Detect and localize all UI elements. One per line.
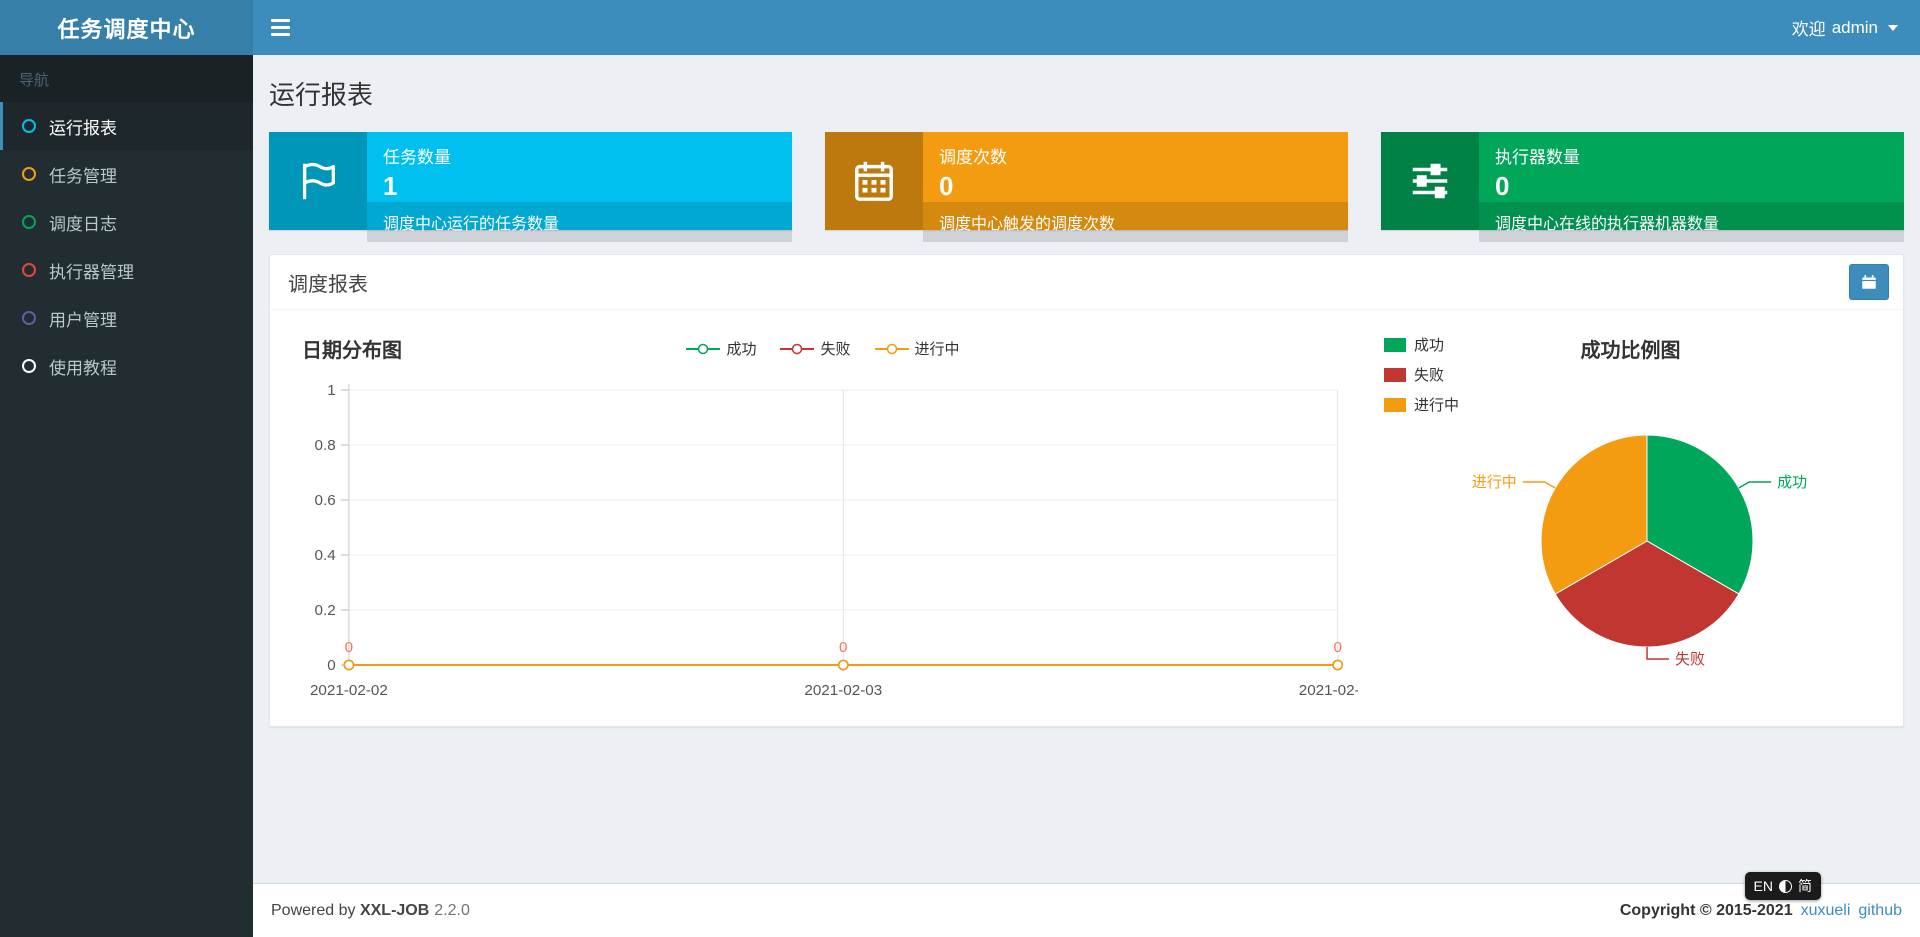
chevron-down-icon [1888, 24, 1898, 31]
stat-value: 0 [1495, 171, 1510, 201]
sidebar: 导航 运行报表 任务管理 调度日志 执行器管理 用户管理 使用教程 [0, 55, 253, 937]
charts-row: 日期分布图 成功 失败 进行中 0 0.2 0.4 0.6 0.8 1 2021-02-02 20… [270, 310, 1903, 726]
line-chart-title: 日期分布图 [302, 340, 402, 362]
report-panel: 调度报表 日期分布图 成功 失败 进行中 0 0.2 0.4 0.6 0.8 1… [269, 254, 1904, 727]
sidebar-item-label: 用户管理 [49, 310, 117, 330]
circle-o-icon [22, 215, 36, 229]
sidebar-item-job-log[interactable]: 调度日志 [0, 198, 253, 246]
calendar-icon [1862, 275, 1876, 289]
svg-text:0: 0 [1333, 639, 1341, 656]
stat-desc: 调度中心在线的执行器机器数量 [1479, 202, 1904, 242]
pie-chart-legend: 成功 失败 进行中 [1384, 334, 1459, 415]
hamburger-icon [271, 19, 290, 22]
footer: Powered by XXL-JOB 2.2.0 Copyright © 2015… [253, 883, 1920, 937]
legend-item[interactable]: 成功 [1384, 334, 1459, 355]
username: admin [1831, 17, 1878, 37]
copyright: Copyright © 2015-2021 [1619, 901, 1793, 919]
ime-cn-label: 简 [1798, 878, 1812, 894]
top-header: 任务调度中心 欢迎 admin [0, 0, 1920, 55]
page-title: 运行报表 [269, 80, 374, 110]
svg-text:0: 0 [345, 639, 353, 656]
link-github[interactable]: github [1858, 902, 1902, 920]
sidebar-item-label: 任务管理 [49, 166, 117, 186]
panel-title: 调度报表 [288, 273, 368, 296]
sidebar-item-user-manage[interactable]: 用户管理 [0, 294, 253, 342]
svg-text:2021-02-02: 2021-02-02 [310, 682, 388, 699]
report-panel-header: 调度报表 [270, 255, 1903, 310]
stat-title: 任务数量 [383, 148, 451, 167]
svg-text:0.6: 0.6 [315, 492, 336, 509]
sidebar-item-executor-manage[interactable]: 执行器管理 [0, 246, 253, 294]
svg-text:0.8: 0.8 [315, 437, 336, 454]
link-xuxueli[interactable]: xuxueli [1801, 902, 1851, 920]
line-chart-canvas: 0 0.2 0.4 0.6 0.8 1 2021-02-02 2021-02-03 2021-0… [310, 382, 1358, 699]
svg-text:失败: 失败 [1675, 651, 1705, 668]
svg-text:0.2: 0.2 [315, 602, 336, 619]
stat-value: 1 [383, 171, 398, 201]
svg-text:1: 1 [327, 382, 335, 399]
content-area: 运行报表 任务数量 1 调度中心运行的任务数量 调度次数 0 调度中心触发的调度… [253, 55, 1920, 883]
circle-o-icon [22, 311, 36, 325]
legend-item[interactable]: 失败 [1384, 364, 1459, 385]
stat-desc: 调度中心运行的任务数量 [367, 202, 792, 242]
stat-title: 调度次数 [939, 148, 1007, 167]
circle-o-icon [22, 119, 36, 133]
svg-text:0.4: 0.4 [315, 547, 336, 564]
svg-text:成功: 成功 [1777, 474, 1807, 491]
sidebar-item-dashboard[interactable]: 运行报表 [0, 102, 253, 150]
sidebar-item-label: 使用教程 [49, 358, 117, 378]
ime-en-label: EN [1753, 878, 1773, 894]
legend-item[interactable]: 失败 [780, 338, 851, 359]
app-logo[interactable]: 任务调度中心 [0, 0, 253, 55]
powered-by: Powered by XXL-JOB 2.2.0 [271, 901, 470, 919]
stat-box-job-count: 任务数量 1 调度中心运行的任务数量 [269, 132, 792, 242]
half-circle-icon [1779, 879, 1792, 893]
circle-o-icon [22, 359, 36, 373]
stat-desc: 调度中心触发的调度次数 [923, 202, 1348, 242]
sidebar-item-job-manage[interactable]: 任务管理 [0, 150, 253, 198]
sidebar-item-label: 运行报表 [49, 118, 117, 138]
calendar-icon [825, 132, 923, 230]
stat-box-executor-count: 执行器数量 0 调度中心在线的执行器机器数量 [1381, 132, 1904, 242]
brand-name: XXL-JOB [359, 901, 430, 919]
navbar: 欢迎 admin [253, 0, 1920, 55]
date-range-button[interactable] [1849, 264, 1889, 300]
sliders-icon [1381, 132, 1479, 230]
legend-item[interactable]: 进行中 [874, 338, 960, 359]
svg-text:2021-02-03: 2021-02-03 [804, 682, 882, 699]
line-chart-legend: 成功 失败 进行中 [288, 332, 1358, 359]
stat-value: 0 [939, 171, 954, 201]
flag-icon [269, 132, 367, 230]
welcome-label: 欢迎 [1791, 20, 1826, 39]
svg-text:2021-02-04: 2021-02-04 [1299, 682, 1358, 699]
svg-text:进行中: 进行中 [1472, 474, 1517, 491]
version: 2.2.0 [434, 901, 470, 919]
stat-row: 任务数量 1 调度中心运行的任务数量 调度次数 0 调度中心触发的调度次数 执行… [269, 132, 1904, 242]
sidebar-item-label: 调度日志 [49, 214, 117, 234]
date-distribution-chart: 日期分布图 成功 失败 进行中 0 0.2 0.4 0.6 0.8 1 2021-02-02 20… [288, 332, 1358, 710]
user-menu[interactable]: 欢迎 admin [1770, 0, 1920, 55]
legend-item[interactable]: 进行中 [1384, 394, 1459, 415]
sidebar-item-label: 执行器管理 [49, 262, 134, 282]
sidebar-item-help[interactable]: 使用教程 [0, 342, 253, 390]
sidebar-toggle-button[interactable] [253, 0, 308, 55]
stat-title: 执行器数量 [1495, 148, 1580, 167]
success-ratio-chart: 成功 失败 进行中 成功比例图 成功 失败 进行中 [1358, 332, 1903, 710]
svg-text:0: 0 [839, 639, 847, 656]
svg-text:0: 0 [327, 657, 335, 674]
stat-box-trigger-count: 调度次数 0 调度中心触发的调度次数 [825, 132, 1348, 242]
circle-o-icon [22, 263, 36, 277]
ime-language-badge[interactable]: EN 简 [1744, 872, 1821, 900]
legend-item[interactable]: 成功 [686, 338, 756, 359]
circle-o-icon [22, 167, 36, 181]
sidebar-section-label: 导航 [0, 55, 253, 102]
